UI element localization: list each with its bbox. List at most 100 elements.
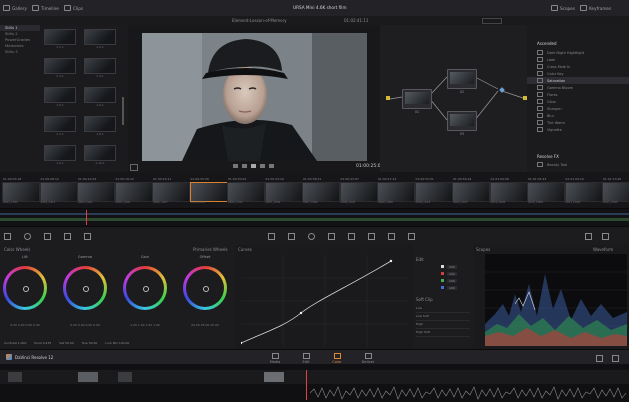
tracker-icon[interactable]: [328, 233, 335, 240]
intensity-value[interactable]: 100: [447, 285, 457, 290]
color-wheels-icon[interactable]: [44, 233, 51, 240]
scope-toggle-icon[interactable]: [602, 233, 609, 240]
library-item[interactable]: Flares: [527, 91, 629, 98]
album-item[interactable]: Stills 3: [0, 49, 40, 55]
scopes-button[interactable]: Scopes: [551, 4, 575, 12]
key-icon[interactable]: [368, 233, 375, 240]
clip-thumbnail[interactable]: 01:00:25:09 A006_C003: [189, 177, 228, 204]
clip-thumbnail[interactable]: 01:01:00:08 A010_C002: [489, 177, 528, 204]
still-thumbnail[interactable]: 1.3.1: [44, 58, 76, 78]
gallery-scrollbar[interactable]: [122, 97, 124, 125]
still-thumbnail[interactable]: 1.2.1: [84, 29, 116, 49]
clip-thumbnail[interactable]: 01:00:08:12 A004_C015: [39, 177, 78, 204]
library-item[interactable]: Saturation: [527, 77, 629, 84]
clip-thumbnail[interactable]: 01:00:56:19 A009_C017: [452, 177, 490, 204]
camera-raw-icon[interactable]: [4, 233, 11, 240]
timeline-button[interactable]: Timeline: [32, 4, 59, 12]
soft-clip-row[interactable]: High: [416, 321, 470, 329]
soft-clip-row[interactable]: Low: [416, 305, 470, 313]
still-thumbnail[interactable]: 1.9.1: [44, 145, 76, 165]
wheels-footer-field[interactable]: Pivot 0.435: [34, 341, 51, 345]
sizing-icon[interactable]: [388, 233, 395, 240]
intensity-value[interactable]: 100: [447, 271, 457, 276]
clips-button[interactable]: Clips: [64, 4, 83, 12]
wheel-center-handle[interactable]: [83, 286, 89, 292]
wheel-center-handle[interactable]: [203, 286, 209, 292]
curves-icon[interactable]: [268, 233, 275, 240]
clip-thumbnail[interactable]: 01:00:38:21 A007_C009: [302, 177, 340, 204]
window-icon[interactable]: [308, 233, 315, 240]
intensity-value[interactable]: 100: [447, 264, 457, 269]
viewer-options-icon[interactable]: [130, 164, 138, 171]
curve-graph[interactable]: [241, 255, 409, 347]
qualifier-icon[interactable]: [288, 233, 295, 240]
timeline-track-audio[interactable]: [0, 218, 629, 221]
still-thumbnail[interactable]: 1.1.1: [44, 29, 76, 49]
library-item[interactable]: Color Key: [527, 70, 629, 77]
play-icon[interactable]: [260, 164, 265, 168]
next-icon[interactable]: [269, 164, 274, 168]
still-thumbnail[interactable]: 1.8.1: [84, 116, 116, 136]
clip-thumbnail[interactable]: 01:00:52:01 A009_C013: [414, 177, 453, 204]
wheels-footer-field[interactable]: Sat 50.00: [59, 341, 73, 345]
color-match-icon[interactable]: [24, 233, 31, 240]
zoom-select[interactable]: [482, 18, 502, 24]
intensity-value[interactable]: 100: [447, 278, 457, 283]
settings-icon[interactable]: [612, 355, 619, 362]
page-edit-button[interactable]: Edit: [293, 352, 319, 364]
clip-thumbnail[interactable]: 01:01:09:10 A011_C005: [564, 177, 603, 204]
soft-clip-row[interactable]: High Soft: [416, 329, 470, 337]
soft-clip-row[interactable]: Low Soft: [416, 313, 470, 321]
still-thumbnail[interactable]: 1.5.1: [44, 87, 76, 107]
rgb-mixer-icon[interactable]: [64, 233, 71, 240]
library-item[interactable]: Tint Warm: [527, 119, 629, 126]
bottom-clip[interactable]: [8, 372, 22, 382]
motion-effects-icon[interactable]: [84, 233, 91, 240]
clip-thumbnail[interactable]: 01:00:03:18 A004_C012: [2, 177, 40, 204]
still-thumbnail[interactable]: 1.6.1: [84, 87, 116, 107]
library-item[interactable]: Blur: [527, 112, 629, 119]
clip-thumbnail[interactable]: 01:00:30:02 A006_C011: [227, 177, 265, 204]
still-thumbnail[interactable]: 1.4.1: [84, 58, 116, 78]
still-thumbnail[interactable]: 1.7.1: [44, 116, 76, 136]
library-item[interactable]: Vignette: [527, 126, 629, 133]
library-item[interactable]: Look: [527, 56, 629, 63]
node-02[interactable]: 02: [447, 69, 477, 94]
3d-icon[interactable]: [408, 233, 415, 240]
page-color-button[interactable]: Color: [324, 352, 350, 364]
clip-thumbnail[interactable]: 01:00:20:11 A005_C007: [152, 177, 190, 204]
clip-thumbnail[interactable]: 01:00:12:04 A004_C021: [77, 177, 115, 204]
stop-icon[interactable]: [251, 164, 256, 168]
bottom-clip[interactable]: [78, 372, 98, 382]
bottom-clip[interactable]: [118, 372, 132, 382]
library-item[interactable]: Dark Night Hightlight: [527, 49, 629, 56]
blur-icon[interactable]: [348, 233, 355, 240]
clip-thumbnail[interactable]: 01:00:34:16 A007_C004: [264, 177, 303, 204]
still-thumbnail[interactable]: 1.10.1: [84, 145, 116, 165]
clip-thumbnail[interactable]: 01:01:04:23 A010_C008: [527, 177, 565, 204]
wheel-center-handle[interactable]: [143, 286, 149, 292]
wheel-center-handle[interactable]: [23, 286, 29, 292]
clip-thumbnail[interactable]: 01:00:43:07 A008_C001: [339, 177, 378, 204]
previous-icon[interactable]: [233, 164, 238, 168]
node-01[interactable]: 01: [402, 89, 432, 114]
playhead[interactable]: [86, 210, 87, 225]
clip-thumbnail[interactable]: 01:00:47:14 A008_C006: [377, 177, 415, 204]
page-deliver-button[interactable]: Deliver: [355, 352, 381, 364]
bottom-clip[interactable]: [264, 372, 284, 382]
wheels-footer-field[interactable]: Contrast 1.000: [4, 341, 26, 345]
library-item[interactable]: Sharpen: [527, 105, 629, 112]
home-icon[interactable]: [596, 355, 603, 362]
scope-mode-select[interactable]: Waveform: [593, 247, 613, 252]
gallery-button[interactable]: Gallery: [3, 4, 27, 12]
clip-thumbnail[interactable]: 01:00:16:22 A005_C002: [114, 177, 153, 204]
page-media-button[interactable]: Media: [262, 352, 288, 364]
wheels-footer-field[interactable]: Lum Mix 100.00: [105, 341, 129, 345]
timeline-track-video[interactable]: [0, 213, 629, 215]
library-footer-item[interactable]: Beauty Tool: [527, 161, 629, 168]
keyframes-button[interactable]: Keyframes: [580, 4, 611, 12]
wheels-mode-select[interactable]: Primaries Wheels: [193, 247, 228, 252]
color-wheel-gain[interactable]: [123, 266, 167, 310]
color-wheel-offset[interactable]: [183, 266, 227, 310]
library-item[interactable]: Glow: [527, 98, 629, 105]
